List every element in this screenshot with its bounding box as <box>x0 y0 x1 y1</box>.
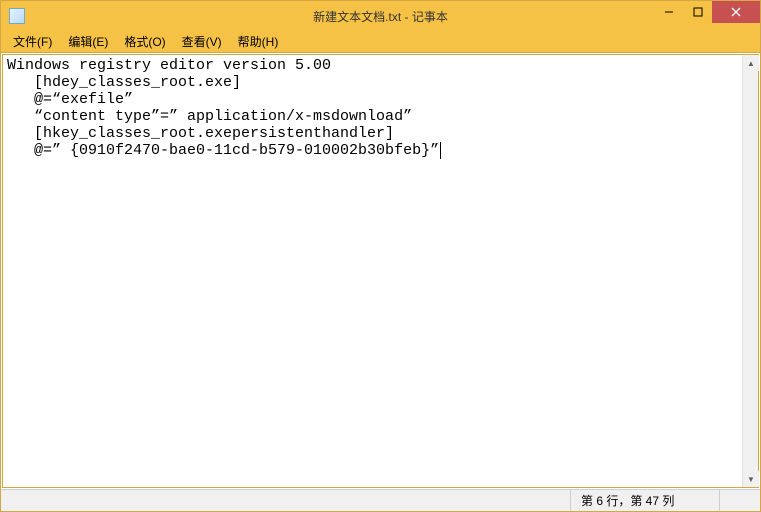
maximize-button[interactable] <box>684 1 712 23</box>
window-title: 新建文本文档.txt - 记事本 <box>1 8 760 25</box>
scroll-up-icon[interactable]: ▲ <box>743 55 759 71</box>
scroll-down-icon[interactable]: ▼ <box>743 471 759 487</box>
titlebar[interactable]: 新建文本文档.txt - 记事本 <box>1 1 760 31</box>
vertical-scrollbar[interactable]: ▲ ▼ <box>742 55 758 487</box>
menubar: 文件(F) 编辑(E) 格式(O) 查看(V) 帮助(H) <box>1 31 760 53</box>
notepad-window: 新建文本文档.txt - 记事本 文件(F) 编辑(E) 格式(O) 查看(V)… <box>0 0 761 512</box>
editor-wrap: Windows registry editor version 5.00 [hd… <box>2 54 759 488</box>
minimize-icon <box>664 7 674 17</box>
text-editor[interactable]: Windows registry editor version 5.00 [hd… <box>3 55 742 487</box>
menu-format[interactable]: 格式(O) <box>116 31 173 52</box>
app-icon <box>9 8 25 24</box>
statusbar: 第 6 行，第 47 列 <box>1 489 760 511</box>
menu-help[interactable]: 帮助(H) <box>230 31 287 52</box>
window-controls <box>654 1 760 31</box>
maximize-icon <box>693 7 703 17</box>
close-icon <box>731 7 741 17</box>
minimize-button[interactable] <box>654 1 684 23</box>
close-button[interactable] <box>712 1 760 23</box>
menu-view[interactable]: 查看(V) <box>174 31 230 52</box>
menu-edit[interactable]: 编辑(E) <box>60 31 116 52</box>
cursor-position: 第 6 行，第 47 列 <box>570 490 720 511</box>
text-caret <box>440 142 450 159</box>
menu-file[interactable]: 文件(F) <box>5 31 60 52</box>
